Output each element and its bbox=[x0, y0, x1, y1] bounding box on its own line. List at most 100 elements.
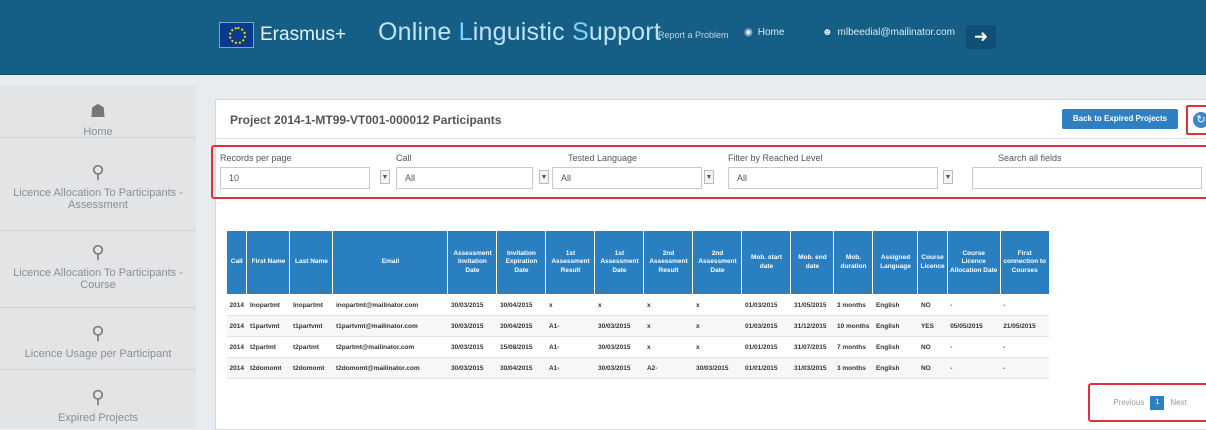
top-header: Erasmus+ Online Linguistic Support Repor… bbox=[0, 0, 1206, 75]
report-problem-link[interactable]: Report a Problem bbox=[658, 30, 729, 40]
sidebar-item-label: Expired Projects bbox=[57, 412, 139, 424]
tested-language-select[interactable]: All bbox=[552, 167, 702, 189]
next-page-button[interactable]: Next bbox=[1170, 398, 1186, 407]
table-cell: x bbox=[692, 315, 742, 337]
page-title: Project 2014-1-MT99-VT001-000012 Partici… bbox=[230, 113, 502, 127]
current-page-button[interactable]: 1 bbox=[1150, 395, 1165, 410]
col-first-assessment-result[interactable]: 1st Assessment Result bbox=[545, 230, 596, 295]
home-icon: ☗ bbox=[89, 101, 107, 121]
table-cell: inopartmt@mailinator.com bbox=[332, 294, 448, 316]
reached-level-select[interactable]: All bbox=[728, 167, 938, 189]
col-mob-duration[interactable]: Mob. duration bbox=[833, 230, 874, 295]
table-cell: 01/03/2015 bbox=[741, 294, 791, 316]
col-mob-end-date[interactable]: Mob. end date bbox=[790, 230, 835, 295]
previous-page-button[interactable]: Previous bbox=[1113, 398, 1144, 407]
table-cell: 3 months bbox=[833, 294, 873, 316]
col-first-name[interactable]: First Name bbox=[246, 230, 291, 295]
participants-panel: Project 2014-1-MT99-VT001-000012 Partici… bbox=[211, 99, 1206, 430]
table-cell: 30/04/2015 bbox=[496, 315, 546, 337]
logout-button[interactable]: ➜ bbox=[966, 25, 996, 49]
table-cell: t2partmt bbox=[289, 336, 333, 358]
table-cell: 30/04/2015 bbox=[496, 294, 546, 316]
table-row[interactable]: 2014 t2domomt t2domomt t2domomt@mailinator.… bbox=[226, 357, 1050, 379]
table-cell: 30/03/2015 bbox=[692, 357, 742, 379]
col-last-name[interactable]: Last Name bbox=[289, 230, 334, 295]
erasmus-brand[interactable]: Erasmus+ bbox=[219, 22, 346, 48]
table-cell: 2014 bbox=[226, 336, 247, 358]
pin-icon: ⚲ bbox=[91, 242, 105, 262]
records-dropdown-arrow-icon[interactable]: ▼ bbox=[380, 170, 390, 184]
reached-level-label: Filter by Reached Level bbox=[728, 153, 823, 163]
col-call[interactable]: Call bbox=[225, 230, 248, 295]
table-cell: NO bbox=[917, 357, 948, 379]
refresh-button[interactable]: ↻ bbox=[1186, 105, 1206, 135]
table-body: 2014 Inopartmt Inopartmt inopartmt@mailinat… bbox=[226, 294, 1050, 379]
table-cell: Inopartmt bbox=[289, 294, 333, 316]
table-cell: NO bbox=[917, 336, 948, 358]
col-assigned-language[interactable]: Assigned Language bbox=[872, 230, 919, 295]
back-to-expired-projects-button[interactable]: Back to Expired Projects bbox=[1062, 109, 1178, 129]
table-cell: 2014 bbox=[226, 294, 247, 316]
table-cell: 15/08/2015 bbox=[496, 336, 546, 358]
reached-level-dropdown-arrow-icon[interactable]: ▼ bbox=[943, 170, 953, 184]
table-cell: x bbox=[643, 315, 693, 337]
sidebar-item-home[interactable]: ☗ Home bbox=[0, 86, 196, 138]
table-cell: t2partmt@mailinator.com bbox=[332, 336, 448, 358]
records-per-page-label: Records per page bbox=[220, 153, 292, 163]
table-cell: - bbox=[1000, 336, 1050, 358]
tested-language-dropdown-arrow-icon[interactable]: ▼ bbox=[704, 170, 714, 184]
table-row[interactable]: 2014 Inopartmt Inopartmt inopartmt@mailinat… bbox=[226, 294, 1050, 316]
table-cell: x bbox=[643, 294, 693, 316]
col-email[interactable]: Email bbox=[332, 230, 449, 295]
group-icon: ◉ bbox=[744, 27, 753, 38]
col-assessment-invitation-date[interactable]: Assessment Invitation Date bbox=[447, 230, 498, 295]
sidebar-item-allocation-assessment[interactable]: ⚲ Licence Allocation To Participants - A… bbox=[0, 139, 196, 231]
col-second-assessment-date[interactable]: 2nd Assessment Date bbox=[692, 230, 743, 295]
sidebar-item-label: Licence Allocation To Participants - Cou… bbox=[13, 267, 183, 291]
table-cell: 01/03/2015 bbox=[741, 315, 791, 337]
search-all-fields-input[interactable] bbox=[972, 167, 1202, 189]
user-icon: ☻ bbox=[822, 27, 833, 38]
call-select[interactable]: All bbox=[396, 167, 533, 189]
col-first-assessment-date[interactable]: 1st Assessment Date bbox=[594, 230, 645, 295]
records-per-page-select[interactable]: 10 bbox=[220, 167, 370, 189]
table-cell: t1partvmt bbox=[246, 315, 290, 337]
app-title: Online Linguistic Support bbox=[378, 18, 661, 46]
table-row[interactable]: 2014 t1partvmt t1partvmt t1partvmt@mailinat… bbox=[226, 315, 1050, 337]
col-course-licence-allocation-date[interactable]: Course Licence Allocation Date bbox=[946, 230, 1001, 295]
table-cell: 30/03/2015 bbox=[447, 357, 497, 379]
col-second-assessment-result[interactable]: 2nd Assessment Result bbox=[643, 230, 694, 295]
col-invitation-expiration-date[interactable]: Invitation Expiration Date bbox=[496, 230, 547, 295]
col-mob-start-date[interactable]: Mob. start date bbox=[741, 230, 792, 295]
table-row[interactable]: 2014 t2partmt t2partmt t2partmt@mailinator.… bbox=[226, 336, 1050, 358]
filter-bar: Records per page 10 ▼ Call All ▼ Tested … bbox=[211, 145, 1206, 199]
user-email: mlbeedial@mailinator.com bbox=[837, 27, 955, 38]
pin-icon: ⚲ bbox=[91, 162, 105, 182]
pin-icon: ⚲ bbox=[91, 323, 105, 343]
table-cell: A1- bbox=[545, 315, 595, 337]
nav-home-link[interactable]: ◉ Home bbox=[744, 27, 784, 38]
table-cell: NO bbox=[917, 294, 948, 316]
logout-icon: ➜ bbox=[973, 27, 989, 46]
call-label: Call bbox=[396, 153, 412, 163]
tested-language-label: Tested Language bbox=[568, 153, 638, 163]
table-cell: 01/01/2015 bbox=[741, 336, 791, 358]
table-cell: English bbox=[872, 294, 918, 316]
nav-user-link[interactable]: ☻ mlbeedial@mailinator.com bbox=[822, 27, 955, 38]
sidebar-item-label: Home bbox=[83, 126, 113, 138]
call-dropdown-arrow-icon[interactable]: ▼ bbox=[539, 170, 549, 184]
col-course-licence[interactable]: Course Licence bbox=[917, 230, 948, 295]
table-cell: - bbox=[1000, 357, 1050, 379]
col-first-connection[interactable]: First connection to Courses bbox=[999, 230, 1050, 295]
sidebar-item-label: Licence Allocation To Participants - Ass… bbox=[13, 187, 183, 211]
table-cell: 31/03/2015 bbox=[790, 357, 834, 379]
table-cell: x bbox=[692, 294, 742, 316]
table-cell: - bbox=[947, 336, 1001, 358]
sidebar-item-licence-usage[interactable]: ⚲ Licence Usage per Participant bbox=[0, 309, 196, 370]
pin-icon: ⚲ bbox=[91, 387, 105, 407]
table-cell: 05/05/2015 bbox=[947, 315, 1001, 337]
sidebar-item-expired-projects[interactable]: ⚲ Expired Projects bbox=[0, 371, 196, 428]
sidebar-item-allocation-course[interactable]: ⚲ Licence Allocation To Participants - C… bbox=[0, 232, 196, 308]
table-cell: 30/03/2015 bbox=[594, 336, 644, 358]
table-cell: 2014 bbox=[226, 357, 247, 379]
